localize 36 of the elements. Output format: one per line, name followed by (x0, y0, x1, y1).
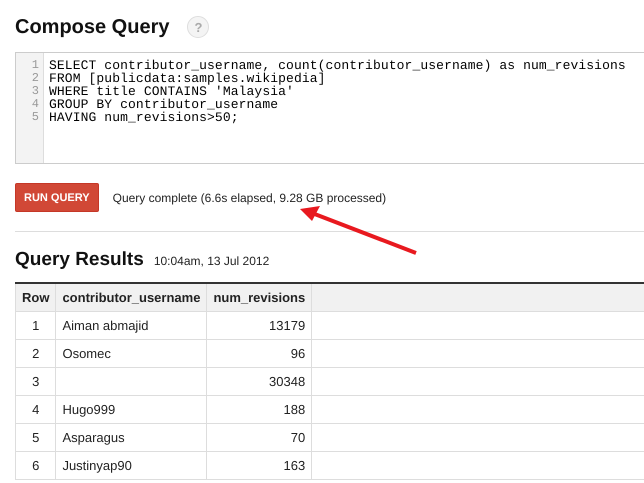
status-text: Query complete (6.6s elapsed, 9.28 GB processed) (112, 190, 386, 204)
table-cell: 163 (206, 452, 312, 480)
section-title: Compose Query (15, 16, 170, 38)
table-cell: 2 (16, 340, 56, 368)
table-cell: 3 (16, 368, 56, 396)
column-header: num_revisions (206, 283, 312, 312)
table-cell: 4 (16, 396, 56, 424)
table-cell: Asparagus (56, 424, 207, 452)
table-cell: 188 (206, 396, 312, 424)
table-cell: Osomec (56, 340, 207, 368)
timestamp: 10:04am, 13 Jul 2012 (154, 254, 270, 268)
column-header: contributor_username (56, 283, 207, 312)
line-number: 2 (32, 72, 40, 85)
table-cell: 96 (206, 340, 312, 368)
table-cell: Aiman abmajid (56, 312, 207, 340)
code-line: HAVING num_revisions>50; (49, 111, 240, 124)
line-number: 3 (32, 85, 40, 98)
table-cell: 1 (16, 312, 56, 340)
table-cell: 6 (16, 452, 56, 480)
table-cell: 70 (206, 424, 312, 452)
query-editor[interactable] (15, 52, 644, 164)
line-number: 4 (32, 98, 40, 111)
line-number: 1 (32, 59, 40, 72)
code-line: WHERE title CONTAINS 'Malaysia' (49, 85, 294, 98)
code-line: FROM [publicdata:samples.wikipedia] (49, 72, 326, 85)
section-title: Query Results (15, 249, 144, 271)
code-line: SELECT contributor_username, count(contributor_username) as num_revisions (49, 59, 626, 72)
table-cell: 5 (16, 424, 56, 452)
column-header: Row (16, 283, 56, 312)
table-cell: 13179 (206, 312, 312, 340)
table-cell: Hugo999 (56, 396, 207, 424)
table-cell: Justinyap90 (56, 452, 207, 480)
code-line: GROUP BY contributor_username (49, 98, 278, 111)
line-number: 5 (32, 111, 40, 124)
table-cell: 30348 (206, 368, 312, 396)
run-query-button[interactable]: RUN QUERY (15, 183, 99, 212)
